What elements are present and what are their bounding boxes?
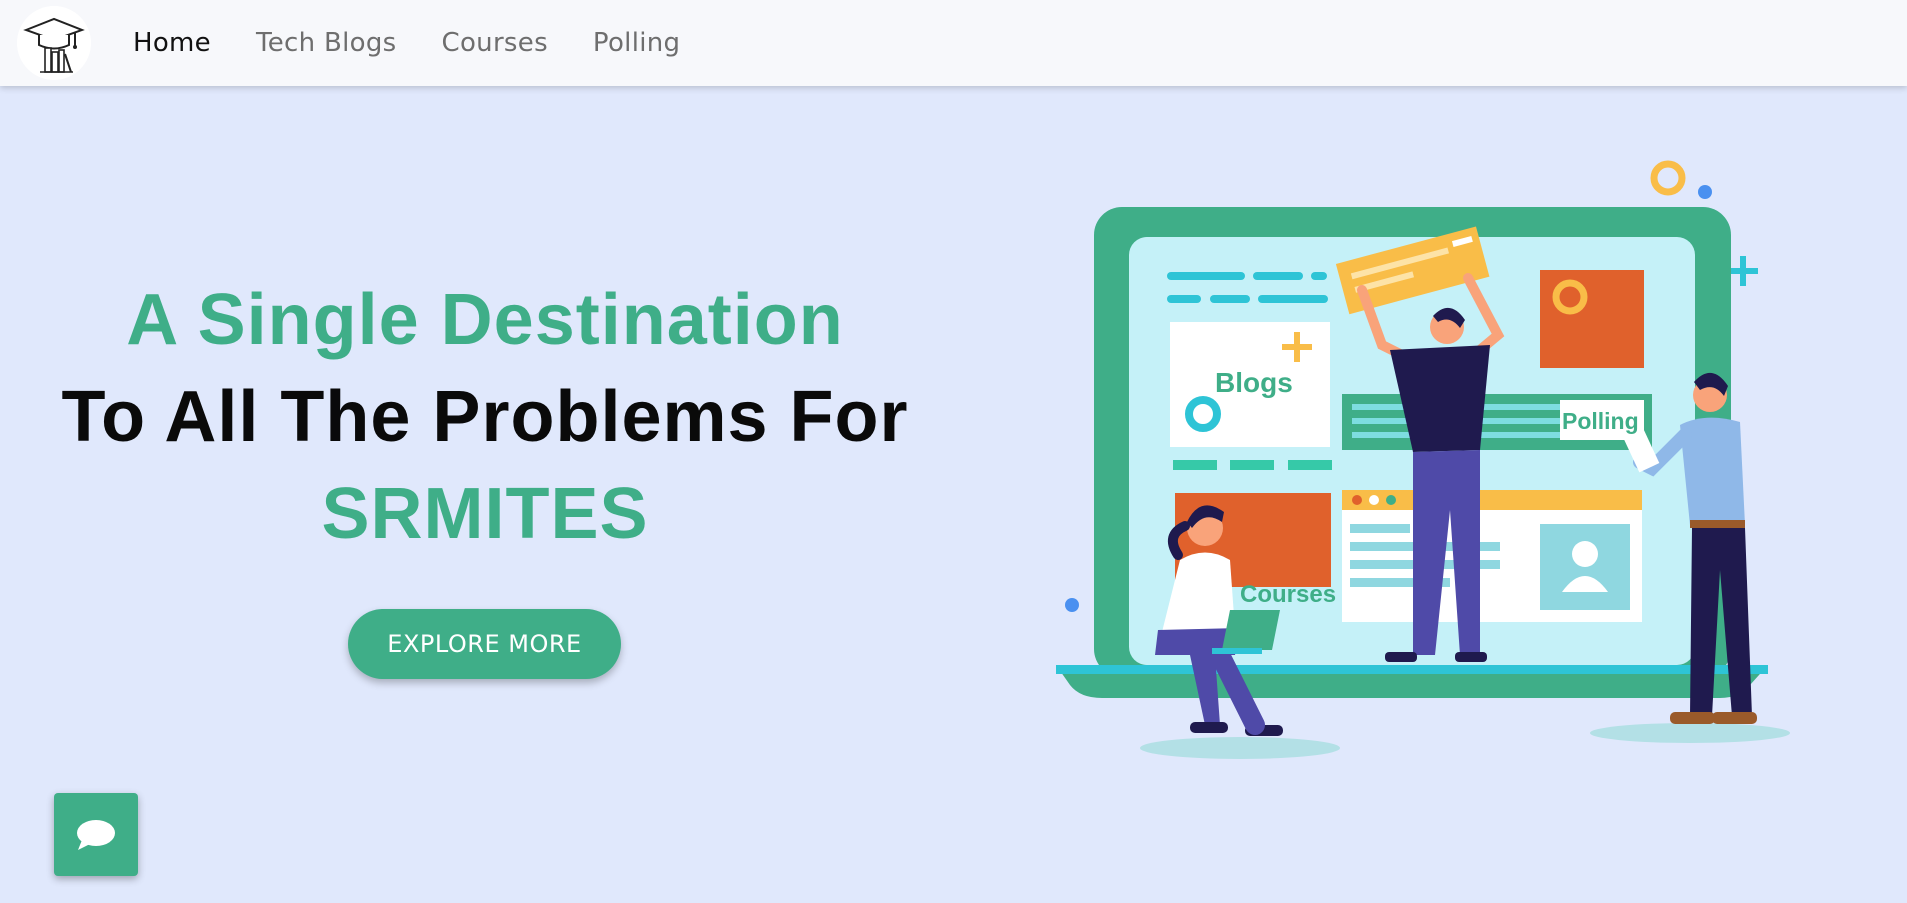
- graduation-cap-logo-icon: [17, 6, 91, 80]
- dot-decoration-left-icon: [1065, 598, 1079, 612]
- nav-link-home[interactable]: Home: [133, 28, 211, 58]
- dot-decoration-icon: [1698, 185, 1712, 199]
- hero-illustration: Blogs Courses Polling: [1056, 160, 1790, 759]
- polling-label: Polling: [1562, 408, 1639, 434]
- hero-line-1: A Single Destination: [126, 280, 844, 360]
- chat-button[interactable]: [54, 793, 138, 876]
- courses-label: Courses: [1240, 581, 1336, 608]
- top-navbar: Home Tech Blogs Courses Polling: [0, 0, 1907, 86]
- site-logo[interactable]: [17, 6, 91, 80]
- explore-more-button[interactable]: EXPLORE MORE: [348, 609, 621, 679]
- blogs-label: Blogs: [1215, 367, 1293, 398]
- nav-link-courses[interactable]: Courses: [442, 28, 548, 58]
- ring-decoration-icon: [1650, 160, 1686, 196]
- plus-decoration-icon: [1728, 256, 1758, 286]
- nav-link-polling[interactable]: Polling: [593, 28, 680, 58]
- hero-line-2: To All The Problems For: [61, 377, 909, 457]
- chat-bubble-icon: [77, 819, 115, 850]
- nav-link-tech-blogs[interactable]: Tech Blogs: [256, 28, 397, 58]
- nav-links: Home Tech Blogs Courses Polling: [133, 0, 725, 86]
- hero-line-3: SRMITES: [321, 474, 649, 554]
- hero-heading: A Single Destination To All The Problems…: [30, 272, 940, 563]
